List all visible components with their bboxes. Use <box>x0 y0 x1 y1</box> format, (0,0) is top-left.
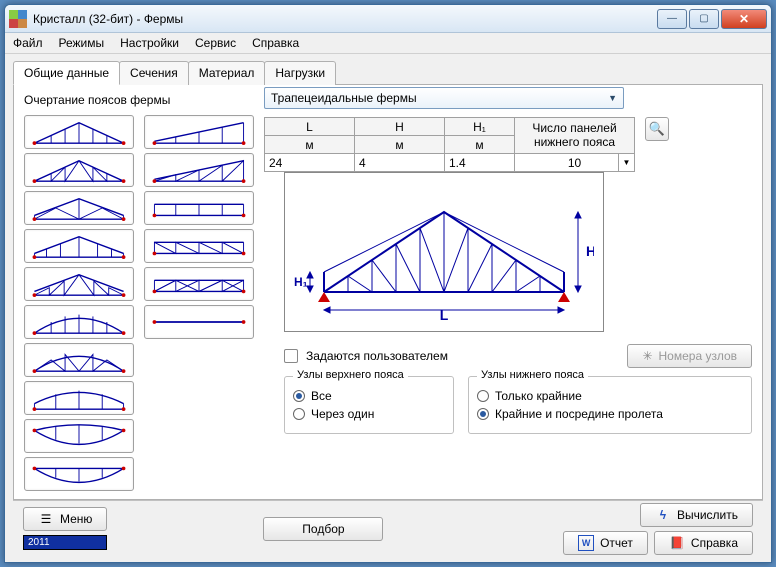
tab-general[interactable]: Общие данные <box>13 61 120 85</box>
menu-service[interactable]: Сервис <box>195 36 236 50</box>
window-title: Кристалл (32-бит) - Фермы <box>33 12 657 26</box>
lower-mid-radio[interactable] <box>477 408 489 420</box>
col-panels: Число панелейнижнего пояса <box>515 118 635 154</box>
truss-thumb-4[interactable] <box>24 229 134 263</box>
upper-alt-radio[interactable] <box>293 408 305 420</box>
truss-thumb-9[interactable] <box>24 419 134 453</box>
unit-H: м <box>355 136 445 154</box>
truss-type-value: Трапецеидальные фермы <box>271 91 417 105</box>
client-area: Общие данные Сечения Материал Нагрузки О… <box>5 54 771 562</box>
truss-thumb-12[interactable] <box>144 153 254 187</box>
menu-help[interactable]: Справка <box>252 36 299 50</box>
truss-thumb-14[interactable] <box>144 229 254 263</box>
right-panel: Трапецеидальные фермы ▼ L H H₁ Число пан… <box>264 93 752 491</box>
tab-sections[interactable]: Сечения <box>119 61 189 85</box>
svg-text:L: L <box>440 307 449 322</box>
unit-L: м <box>265 136 355 154</box>
chevron-down-icon: ▼ <box>608 93 617 103</box>
col-L: L <box>265 118 355 136</box>
belt-outline-label: Очертание поясов фермы <box>24 93 170 107</box>
nodes-icon: ✳ <box>642 349 652 363</box>
upper-nodes-group: Узлы верхнего пояса Все Через один <box>284 376 454 434</box>
truss-thumb-5[interactable] <box>24 267 134 301</box>
svg-text:H: H <box>586 243 594 259</box>
app-icon <box>9 10 27 28</box>
year-badge: 2011 <box>23 535 107 550</box>
user-defined-label: Задаются пользователем <box>306 349 448 363</box>
truss-thumb-10[interactable] <box>24 457 134 491</box>
menubar: Файл Режимы Настройки Сервис Справка <box>5 33 771 54</box>
word-icon: W <box>578 535 594 551</box>
lower-ends-radio[interactable] <box>477 390 489 402</box>
tab-material[interactable]: Материал <box>188 61 266 85</box>
user-defined-checkbox[interactable] <box>284 349 298 363</box>
menu-modes[interactable]: Режимы <box>59 36 105 50</box>
truss-diagram: L H H₁ <box>284 172 604 332</box>
value-H[interactable]: 4 <box>355 154 445 172</box>
truss-thumb-11[interactable] <box>144 115 254 149</box>
value-L[interactable]: 24 <box>265 154 355 172</box>
report-button[interactable]: W Отчет <box>563 531 648 555</box>
col-H1: H₁ <box>445 118 515 136</box>
podbor-button[interactable]: Подбор <box>263 517 383 541</box>
tab-pane: Очертание поясов фермы <box>13 84 763 500</box>
col-H: H <box>355 118 445 136</box>
tab-loads[interactable]: Нагрузки <box>264 61 336 85</box>
tabstrip: Общие данные Сечения Материал Нагрузки <box>13 60 763 84</box>
value-H1[interactable]: 1.4 <box>445 154 515 172</box>
chevron-down-icon[interactable]: ▼ <box>618 154 634 171</box>
unit-H1: м <box>445 136 515 154</box>
node-numbers-button[interactable]: ✳ Номера узлов <box>627 344 752 368</box>
truss-type-combo[interactable]: Трапецеидальные фермы ▼ <box>264 87 624 109</box>
close-button[interactable]: ✕ <box>721 9 767 29</box>
lower-nodes-group: Узлы нижнего пояса Только крайние Крайни… <box>468 376 752 434</box>
maximize-button[interactable]: ▢ <box>689 9 719 29</box>
book-icon: 📕 <box>669 535 685 551</box>
truss-thumb-13[interactable] <box>144 191 254 225</box>
left-column: Очертание поясов фермы <box>24 93 254 491</box>
lightning-icon: ϟ <box>655 507 671 523</box>
truss-thumb-16[interactable] <box>144 305 254 339</box>
list-icon: ☰ <box>38 511 54 527</box>
truss-thumb-2[interactable] <box>24 153 134 187</box>
titlebar[interactable]: Кристалл (32-бит) - Фермы — ▢ ✕ <box>5 5 771 33</box>
truss-thumb-15[interactable] <box>144 267 254 301</box>
bottom-bar: ☰ Меню 2011 Подбор ϟ Вычислить W Отчет <box>13 500 763 556</box>
upper-nodes-legend: Узлы верхнего пояса <box>293 369 408 381</box>
magnifier-icon: 🔍 <box>649 121 665 137</box>
truss-thumb-1[interactable] <box>24 115 134 149</box>
app-window: Кристалл (32-бит) - Фермы — ▢ ✕ Файл Реж… <box>4 4 772 563</box>
minimize-button[interactable]: — <box>657 9 687 29</box>
menu-button[interactable]: ☰ Меню <box>23 507 107 531</box>
parameter-table: L H H₁ Число панелейнижнего пояса м м м <box>264 117 635 172</box>
menu-settings[interactable]: Настройки <box>120 36 179 50</box>
truss-thumb-3[interactable] <box>24 191 134 225</box>
lower-nodes-legend: Узлы нижнего пояса <box>477 369 588 381</box>
upper-all-radio[interactable] <box>293 390 305 402</box>
help-button[interactable]: 📕 Справка <box>654 531 753 555</box>
truss-thumb-8[interactable] <box>24 381 134 415</box>
svg-text:H₁: H₁ <box>294 275 308 289</box>
zoom-button[interactable]: 🔍 <box>645 117 669 141</box>
value-panels[interactable]: 10 ▼ <box>515 154 635 172</box>
truss-thumb-6[interactable] <box>24 305 134 339</box>
truss-thumb-7[interactable] <box>24 343 134 377</box>
menu-file[interactable]: Файл <box>13 36 43 50</box>
calculate-button[interactable]: ϟ Вычислить <box>640 503 753 527</box>
